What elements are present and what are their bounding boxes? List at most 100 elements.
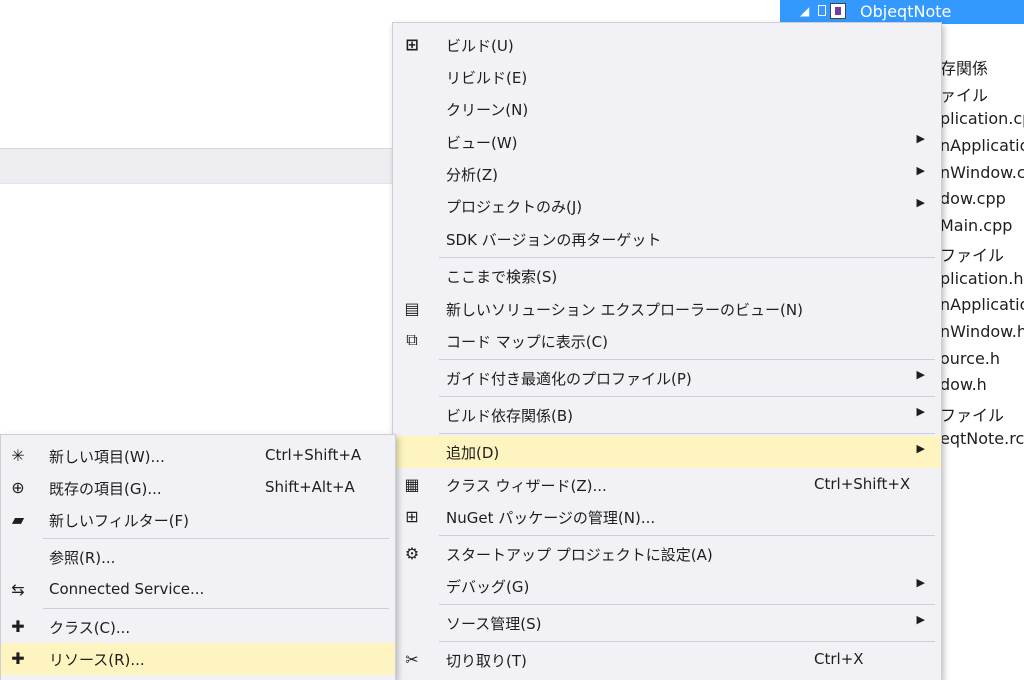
existing-item-icon: ⊕ [11, 477, 25, 497]
menu-item-label: ビルド依存関係(B) [446, 407, 573, 425]
menu-item-source-control[interactable]: ソース管理(S) ▶ [393, 607, 941, 639]
menu-item-label: 切り取り(T) [446, 652, 527, 670]
new-filter-icon: ▰ [11, 509, 25, 529]
editor-tab-strip [0, 148, 392, 184]
menu-item-build-dependencies[interactable]: ビルド依存関係(B) ▶ [393, 399, 941, 431]
menu-item-show-code-map[interactable]: ⧉ コード マップに表示(C) [393, 325, 941, 357]
menu-item-label: Connected Service... [49, 580, 205, 598]
submenu-arrow-icon: ▶ [916, 442, 925, 455]
menu-item-shortcut: Ctrl+Shift+A [265, 446, 362, 464]
menu-item-label: 新しいフィルター(F) [49, 512, 190, 530]
menu-item-new-se-view[interactable]: ▤ 新しいソリューション エクスプローラーのビュー(N) [393, 293, 941, 325]
menu-item-scope-to-this[interactable]: ここまで検索(S) [393, 260, 941, 292]
menu-item-label: ビルド(U) [446, 37, 514, 55]
tree-item[interactable]: nApplication [940, 136, 1024, 155]
tree-item[interactable]: nWindow.h [940, 322, 1024, 341]
menu-item-label: 新しいソリューション エクスプローラーのビュー(N) [446, 301, 803, 319]
menu-item-rebuild[interactable]: リビルド(E) [393, 61, 941, 93]
menu-separator [439, 535, 935, 536]
tree-item[interactable]: ource.h [940, 349, 1000, 368]
scissors-icon: ✂ [405, 649, 419, 669]
code-map-icon: ⧉ [406, 330, 418, 349]
menu-item-connected-service[interactable]: ⇆ Connected Service... [1, 574, 395, 606]
menu-item-debug[interactable]: デバッグ(G) ▶ [393, 570, 941, 602]
menu-item-label: リソース(R)... [49, 651, 145, 669]
tree-item[interactable]: ファイル [940, 242, 1004, 266]
menu-item-references[interactable]: 参照(R)... [1, 541, 395, 573]
menu-item-existing-item[interactable]: ⊕ 既存の項目(G)... Shift+Alt+A [1, 472, 395, 504]
project-name: ObjeqtNote [860, 2, 952, 21]
cpp-project-icon [830, 3, 846, 19]
menu-separator [439, 396, 935, 397]
menu-item-build[interactable]: ⊞ ビルド(U) [393, 29, 941, 61]
tree-item[interactable]: nApplication [940, 295, 1024, 314]
tree-item[interactable]: ァイル [940, 82, 988, 106]
menu-item-set-startup[interactable]: ⚙ スタートアップ プロジェクトに設定(A) [393, 538, 941, 570]
menu-item-analyze[interactable]: 分析(Z) ▶ [393, 158, 941, 190]
menu-item-label: ガイド付き最適化のプロファイル(P) [446, 370, 692, 388]
menu-item-label: ビュー(W) [446, 134, 518, 152]
menu-item-label: クリーン(N) [446, 101, 529, 119]
menu-item-label: スタートアップ プロジェクトに設定(A) [446, 546, 713, 564]
menu-item-class-wizard[interactable]: ▦ クラス ウィザード(Z)... Ctrl+Shift+X [393, 469, 941, 501]
add-class-icon: ✚ [11, 616, 25, 636]
menu-item-label: ここまで検索(S) [446, 268, 558, 286]
gear-icon: ⚙ [404, 543, 420, 563]
menu-item-view[interactable]: ビュー(W) ▶ [393, 126, 941, 158]
menu-item-retarget-sdk[interactable]: SDK バージョンの再ターゲット [393, 223, 941, 255]
tree-item[interactable]: plication.h [940, 269, 1024, 288]
menu-item-add-resource[interactable]: ✚ リソース(R)... [1, 643, 395, 675]
menu-item-clean[interactable]: クリーン(N) [393, 93, 941, 125]
build-icon: ⊞ [405, 34, 419, 54]
tree-item[interactable]: Main.cpp [940, 216, 1012, 235]
menu-item-shortcut: Ctrl+Shift+X [814, 475, 911, 493]
menu-item-shortcut: Ctrl+X [814, 650, 864, 668]
submenu-arrow-icon: ▶ [916, 368, 925, 381]
submenu-arrow-icon: ▶ [916, 164, 925, 177]
project-node[interactable]: ◢ ObjeqtNote [780, 0, 1024, 24]
menu-item-label: 既存の項目(G)... [49, 480, 162, 498]
menu-separator [43, 538, 389, 539]
add-resource-icon: ✚ [11, 648, 25, 668]
submenu-arrow-icon: ▶ [916, 405, 925, 418]
tree-item[interactable]: eqtNote.rc [940, 429, 1024, 448]
tree-item[interactable]: 存関係 [940, 55, 988, 79]
menu-separator [43, 608, 389, 609]
tree-item[interactable]: dow.h [940, 375, 987, 394]
menu-separator [439, 641, 935, 642]
expand-arrow-icon[interactable]: ◢ [800, 4, 809, 18]
tree-item[interactable]: ファイル [940, 402, 1004, 426]
class-wizard-icon: ▦ [404, 474, 420, 494]
menu-item-new-item[interactable]: ✳ 新しい項目(W)... Ctrl+Shift+A [1, 440, 395, 472]
menu-item-label: クラス(C)... [49, 619, 131, 637]
menu-item-label: 参照(R)... [49, 549, 116, 567]
menu-item-shortcut: Shift+Alt+A [265, 478, 355, 496]
nuget-icon: ⊞ [405, 506, 419, 526]
menu-item-cut[interactable]: ✂ 切り取り(T) Ctrl+X [393, 644, 941, 676]
menu-item-label: 新しい項目(W)... [49, 448, 165, 466]
tree-item[interactable]: dow.cpp [940, 189, 1006, 208]
menu-item-label: SDK バージョンの再ターゲット [446, 231, 662, 249]
menu-item-manage-nuget[interactable]: ⊞ NuGet パッケージの管理(N)... [393, 501, 941, 533]
menu-item-label: NuGet パッケージの管理(N)... [446, 509, 656, 527]
tree-item[interactable]: nWindow.cpp [940, 163, 1024, 182]
submenu-arrow-icon: ▶ [916, 576, 925, 589]
menu-item-add[interactable]: 追加(D) ▶ [393, 436, 941, 468]
submenu-arrow-icon: ▶ [916, 132, 925, 145]
menu-separator [439, 359, 935, 360]
menu-item-label: クラス ウィザード(Z)... [446, 477, 607, 495]
menu-separator [439, 257, 935, 258]
lock-icon [818, 5, 826, 16]
menu-item-add-class[interactable]: ✚ クラス(C)... [1, 611, 395, 643]
menu-item-pgo[interactable]: ガイド付き最適化のプロファイル(P) ▶ [393, 362, 941, 394]
add-submenu: ✳ 新しい項目(W)... Ctrl+Shift+A ⊕ 既存の項目(G)...… [0, 434, 396, 680]
submenu-arrow-icon: ▶ [916, 196, 925, 209]
menu-item-label: プロジェクトのみ(J) [446, 198, 583, 216]
menu-item-project-only[interactable]: プロジェクトのみ(J) ▶ [393, 190, 941, 222]
menu-separator [439, 604, 935, 605]
menu-item-new-filter[interactable]: ▰ 新しいフィルター(F) [1, 504, 395, 536]
menu-item-label: リビルド(E) [446, 69, 528, 87]
tree-item[interactable]: plication.cpp [940, 109, 1024, 128]
menu-item-label: コード マップに表示(C) [446, 333, 608, 351]
new-view-icon: ▤ [404, 298, 420, 318]
